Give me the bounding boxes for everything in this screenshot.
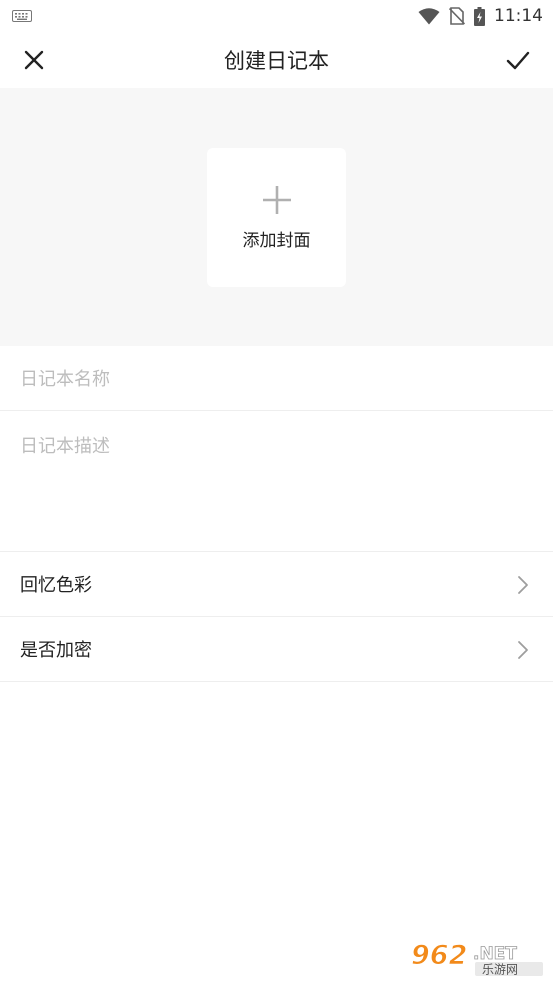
notebook-name-placeholder: 日记本名称 bbox=[20, 369, 110, 390]
close-icon[interactable] bbox=[22, 48, 46, 72]
notebook-description-field[interactable]: 日记本描述 bbox=[0, 411, 553, 552]
plus-icon bbox=[262, 186, 291, 214]
page-title: 创建日记本 bbox=[224, 49, 329, 73]
watermark-logo: 962 .NET 乐游网 bbox=[411, 940, 543, 977]
notebook-description-placeholder: 日记本描述 bbox=[20, 436, 110, 457]
battery-charging-icon bbox=[474, 6, 485, 26]
chevron-right-icon bbox=[518, 576, 528, 594]
app-bar: 创建日记本 bbox=[0, 32, 553, 88]
chevron-right-icon bbox=[518, 641, 528, 659]
svg-text:962: 962 bbox=[411, 940, 467, 971]
encryption-row[interactable]: 是否加密 bbox=[0, 617, 553, 682]
encryption-label: 是否加密 bbox=[20, 640, 92, 661]
notebook-name-field[interactable]: 日记本名称 bbox=[0, 346, 553, 411]
status-icons: 11:14 bbox=[418, 6, 543, 26]
keyboard-icon bbox=[12, 10, 32, 22]
status-time: 11:14 bbox=[494, 6, 543, 26]
add-cover-label: 添加封面 bbox=[242, 231, 311, 251]
add-cover-button[interactable]: 添加封面 bbox=[207, 148, 346, 287]
memory-color-row[interactable]: 回忆色彩 bbox=[0, 552, 553, 617]
cover-area: 添加封面 bbox=[0, 88, 553, 346]
svg-text:.NET: .NET bbox=[473, 944, 517, 964]
wifi-icon bbox=[418, 7, 440, 24]
memory-color-label: 回忆色彩 bbox=[20, 575, 92, 596]
status-bar: 11:14 bbox=[0, 0, 553, 32]
check-icon[interactable] bbox=[505, 48, 531, 72]
no-sim-icon bbox=[449, 7, 465, 25]
svg-text:乐游网: 乐游网 bbox=[482, 963, 518, 977]
